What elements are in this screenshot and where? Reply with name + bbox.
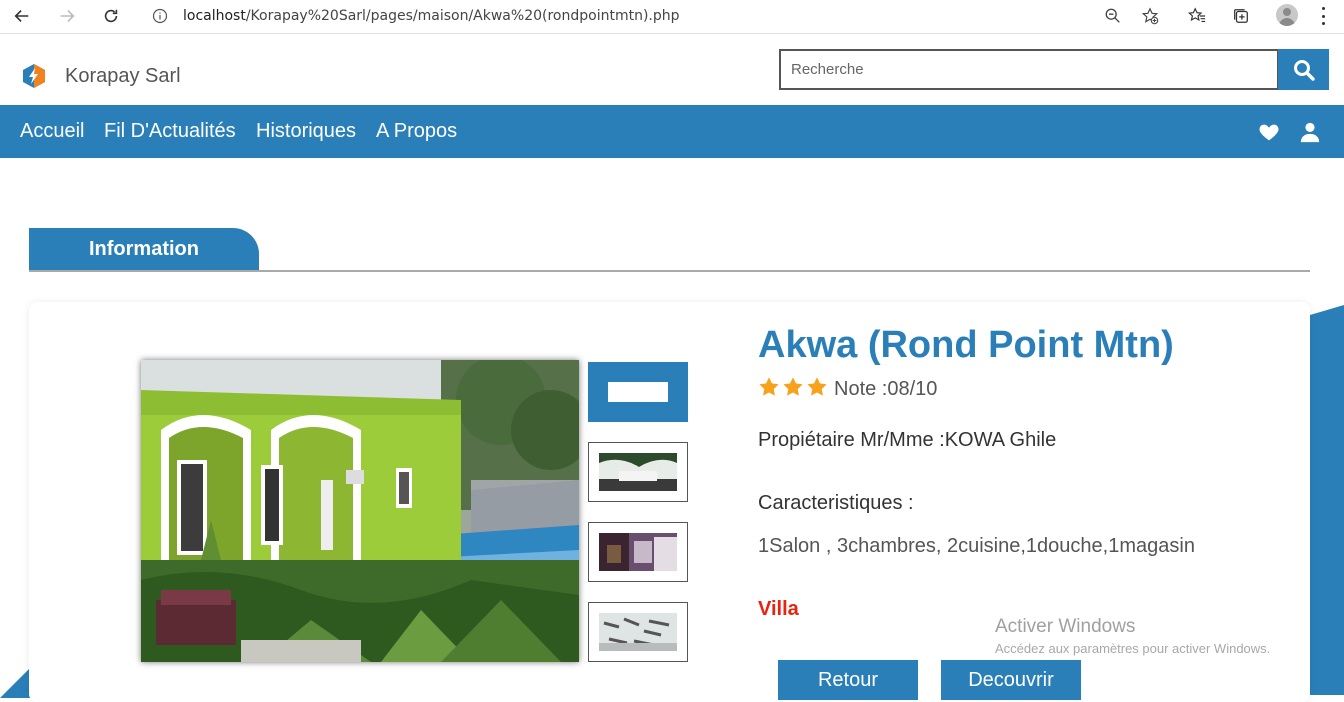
forward-arrow-icon[interactable] xyxy=(55,4,79,28)
owner-info: Propiétaire Mr/Mme :KOWA Ghile xyxy=(758,429,1057,451)
main-house-photo xyxy=(141,360,579,662)
korapay-logo xyxy=(23,64,45,88)
thumbnail-3[interactable] xyxy=(588,602,688,662)
tab-divider xyxy=(29,270,1310,272)
site-header: Korapay Sarl xyxy=(0,35,1344,105)
tab-information[interactable]: Information xyxy=(29,228,259,271)
nav-item-fil-actualites[interactable]: Fil D'Actualités xyxy=(104,120,236,143)
nav-item-historiques[interactable]: Historiques xyxy=(256,120,356,143)
features-label: Caracteristiques : xyxy=(758,492,914,514)
add-favorite-icon[interactable] xyxy=(1140,6,1160,26)
windows-watermark-title: Activer Windows xyxy=(995,616,1136,637)
thumbnail-image xyxy=(599,613,677,651)
rating-text: Note :08/10 xyxy=(834,378,938,400)
favorites-icon[interactable] xyxy=(1187,6,1207,26)
profile-avatar[interactable] xyxy=(1276,4,1298,26)
star-icon xyxy=(759,377,779,396)
thumbnail-placeholder xyxy=(608,382,668,402)
house-title: Akwa (Rond Point Mtn) xyxy=(758,324,1174,366)
url-text: localhost/Korapay%20Sarl/pages/maison/Ak… xyxy=(183,8,680,24)
star-icon xyxy=(783,377,803,396)
reload-icon[interactable] xyxy=(99,4,123,28)
brand-name[interactable]: Korapay Sarl xyxy=(65,65,181,88)
back-button[interactable]: Retour xyxy=(778,660,918,700)
discover-button[interactable]: Decouvrir xyxy=(941,660,1081,700)
info-icon[interactable] xyxy=(152,8,168,24)
thumbnail-2[interactable] xyxy=(588,522,688,582)
star-icon xyxy=(807,377,827,396)
thumbnail-1[interactable] xyxy=(588,442,688,502)
nav-item-accueil[interactable]: Accueil xyxy=(20,120,84,143)
heart-icon[interactable] xyxy=(1258,121,1280,143)
zoom-icon[interactable] xyxy=(1103,6,1123,26)
nav-item-a-propos[interactable]: A Propos xyxy=(376,120,457,143)
thumbnail-image xyxy=(599,453,677,491)
address-bar[interactable]: localhost/Korapay%20Sarl/pages/maison/Ak… xyxy=(138,2,1168,30)
decorative-stripe-right xyxy=(1310,305,1344,695)
browser-toolbar: localhost/Korapay%20Sarl/pages/maison/Ak… xyxy=(0,0,1344,34)
back-arrow-icon[interactable] xyxy=(10,4,34,28)
more-menu-icon[interactable] xyxy=(1322,7,1326,25)
thumbnail-selected[interactable] xyxy=(588,362,688,422)
search-input[interactable] xyxy=(779,49,1279,90)
windows-watermark-subtitle: Accédez aux paramètres pour activer Wind… xyxy=(995,641,1271,656)
property-type: Villa xyxy=(758,598,799,620)
features-value: 1Salon , 3chambres, 2cuisine,1douche,1ma… xyxy=(758,535,1195,557)
collections-icon[interactable] xyxy=(1231,6,1251,26)
user-icon[interactable] xyxy=(1299,121,1321,143)
main-navbar: Accueil Fil D'Actualités Historiques A P… xyxy=(0,105,1344,158)
rating-stars xyxy=(758,376,828,398)
search-icon xyxy=(1293,59,1315,81)
thumbnail-image xyxy=(599,533,677,571)
search-button[interactable] xyxy=(1278,49,1329,90)
